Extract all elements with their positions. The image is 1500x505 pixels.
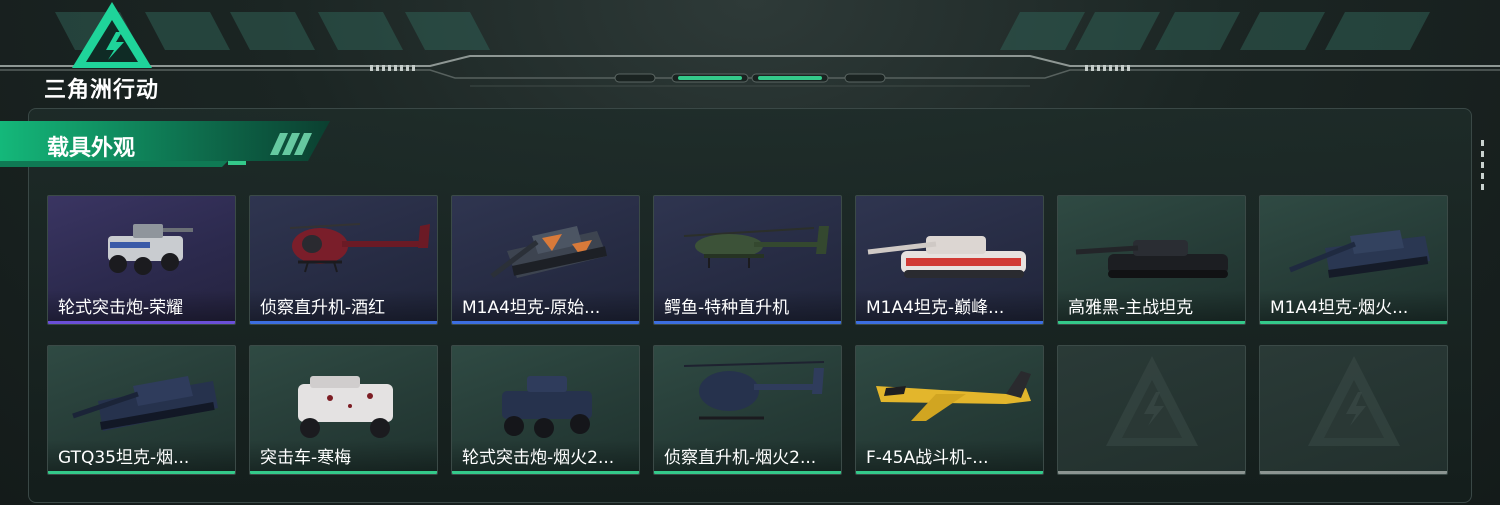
vehicle-name: GTQ35坦克-烟...: [58, 448, 190, 468]
vehicle-name: 侦察直升机-烟火2...: [664, 448, 817, 468]
vehicle-name: M1A4坦克-原始...: [462, 298, 601, 318]
vehicle-card[interactable]: M1A4坦克-烟火...: [1259, 195, 1448, 325]
vehicle-name: 高雅黑-主战坦克: [1068, 298, 1194, 318]
vehicle-name: 轮式突击炮-烟火2...: [462, 448, 615, 468]
delta-logo-placeholder-icon: [1106, 356, 1198, 446]
vehicle-card[interactable]: 侦察直升机-烟火2...: [653, 345, 842, 475]
vehicle-card[interactable]: GTQ35坦克-烟...: [47, 345, 236, 475]
section-title: 载具外观: [47, 136, 136, 161]
vehicle-card[interactable]: 轮式突击炮-烟火2...: [451, 345, 640, 475]
vehicle-name: M1A4坦克-烟火...: [1270, 298, 1409, 318]
top-decoration: [0, 12, 1500, 87]
empty-slot: [1057, 345, 1246, 475]
vehicle-card[interactable]: 高雅黑-主战坦克: [1057, 195, 1246, 325]
empty-slot: [1259, 345, 1448, 475]
vehicle-card[interactable]: 鳄鱼-特种直升机: [653, 195, 842, 325]
vehicle-name: 轮式突击炮-荣耀: [58, 298, 184, 318]
delta-logo-placeholder-icon: [1308, 356, 1400, 446]
vehicle-card[interactable]: M1A4坦克-原始...: [451, 195, 640, 325]
vehicle-name: M1A4坦克-巅峰...: [866, 298, 1005, 318]
vehicle-card[interactable]: M1A4坦克-巅峰...: [855, 195, 1044, 325]
vehicle-name: 鳄鱼-特种直升机: [664, 298, 790, 318]
vehicle-card[interactable]: 侦察直升机-酒红: [249, 195, 438, 325]
scrollbar-indicator[interactable]: [1481, 140, 1485, 195]
vehicle-card[interactable]: F-45A战斗机-...: [855, 345, 1044, 475]
vehicle-name: F-45A战斗机-...: [866, 448, 989, 468]
vehicle-card[interactable]: 突击车-寒梅: [249, 345, 438, 475]
vehicle-card[interactable]: 轮式突击炮-荣耀: [47, 195, 236, 325]
game-logo-text: 三角洲行动: [44, 78, 160, 103]
vehicle-name: 突击车-寒梅: [260, 448, 352, 468]
vehicle-name: 侦察直升机-酒红: [260, 298, 386, 318]
